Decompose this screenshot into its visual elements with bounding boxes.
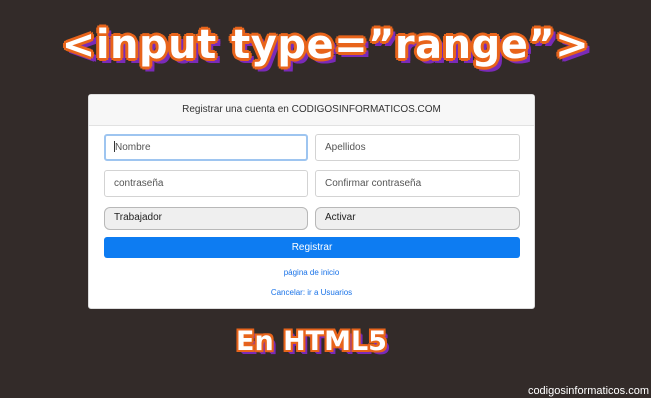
activar-label: Activar bbox=[325, 212, 356, 223]
contrasena-placeholder: contraseña bbox=[114, 178, 164, 189]
nombre-placeholder: Nombre bbox=[115, 142, 151, 153]
confirmar-contrasena-input[interactable]: Confirmar contraseña bbox=[315, 170, 520, 197]
activar-range[interactable]: Activar bbox=[315, 207, 520, 230]
registrar-button[interactable]: Registrar bbox=[104, 237, 520, 258]
subtitle: En HTML5 bbox=[236, 326, 387, 357]
apellidos-input[interactable]: Apellidos bbox=[315, 134, 520, 161]
banner-title: <input type=”range”> bbox=[61, 22, 590, 68]
confirmar-placeholder: Confirmar contraseña bbox=[325, 178, 422, 189]
trabajador-range[interactable]: Trabajador bbox=[104, 207, 308, 230]
apellidos-placeholder: Apellidos bbox=[325, 142, 366, 153]
registration-card: Registrar una cuenta en CODIGOSINFORMATI… bbox=[88, 94, 535, 309]
site-watermark: codigosinformaticos.com bbox=[527, 385, 649, 397]
contrasena-input[interactable]: contraseña bbox=[104, 170, 308, 197]
card-header: Registrar una cuenta en CODIGOSINFORMATI… bbox=[89, 95, 534, 126]
nombre-input[interactable]: Nombre bbox=[104, 134, 308, 161]
home-link[interactable]: página de inicio bbox=[89, 268, 534, 277]
trabajador-label: Trabajador bbox=[114, 212, 162, 223]
cancel-link[interactable]: Cancelar: ir a Usuarios bbox=[89, 288, 534, 297]
